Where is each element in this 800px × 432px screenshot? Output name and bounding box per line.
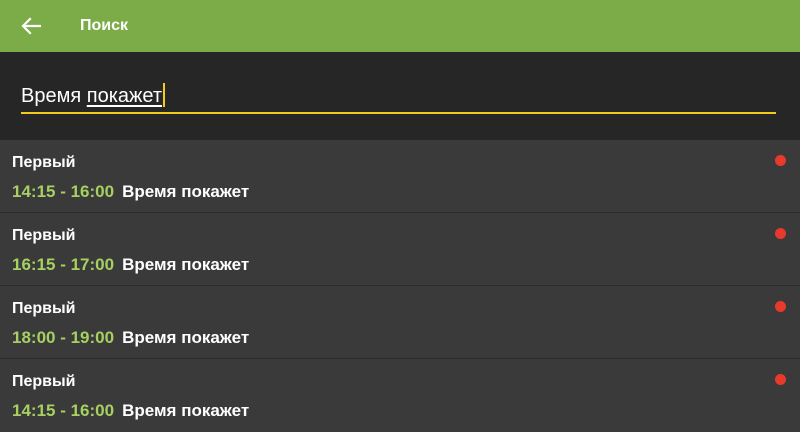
program-title: Время покажет (122, 182, 250, 201)
program-info: 18:00 - 19:00 Время покажет (12, 328, 249, 348)
channel-name: Первый (12, 227, 76, 244)
program-info: 14:15 - 16:00 Время покажет (12, 401, 249, 421)
search-text-word-2: покажет (86, 85, 162, 107)
program-title: Время покажет (122, 255, 250, 274)
red-dot-icon (775, 228, 786, 239)
channel-name: Первый (12, 300, 76, 317)
search-area: Время покажет (0, 52, 800, 140)
red-dot-icon (775, 155, 786, 166)
list-item[interactable]: Первый 14:15 - 16:00 Время покажет (0, 140, 800, 213)
program-time: 14:15 - 16:00 (12, 182, 115, 201)
search-results-list: Первый 14:15 - 16:00 Время покажет Первый… (0, 140, 800, 432)
arrow-left-icon (21, 17, 41, 35)
text-caret (163, 82, 165, 107)
search-input[interactable]: Время покажет (21, 82, 776, 114)
app-bar: Поиск (0, 0, 800, 52)
program-info: 16:15 - 17:00 Время покажет (12, 255, 249, 275)
program-title: Время покажет (122, 328, 250, 347)
list-item[interactable]: Первый 16:15 - 17:00 Время покажет (0, 213, 800, 286)
program-info: 14:15 - 16:00 Время покажет (12, 182, 249, 202)
channel-name: Первый (12, 373, 76, 390)
page-title: Поиск (80, 17, 129, 34)
red-dot-icon (775, 301, 786, 312)
program-title: Время покажет (122, 401, 250, 420)
back-button[interactable] (0, 0, 62, 52)
list-item[interactable]: Первый 18:00 - 19:00 Время покажет (0, 286, 800, 359)
channel-name: Первый (12, 154, 76, 171)
search-text-word-1: Время (21, 85, 87, 107)
program-time: 14:15 - 16:00 (12, 401, 115, 420)
program-time: 16:15 - 17:00 (12, 255, 115, 274)
list-item[interactable]: Первый 14:15 - 16:00 Время покажет (0, 359, 800, 432)
program-time: 18:00 - 19:00 (12, 328, 115, 347)
red-dot-icon (775, 374, 786, 385)
